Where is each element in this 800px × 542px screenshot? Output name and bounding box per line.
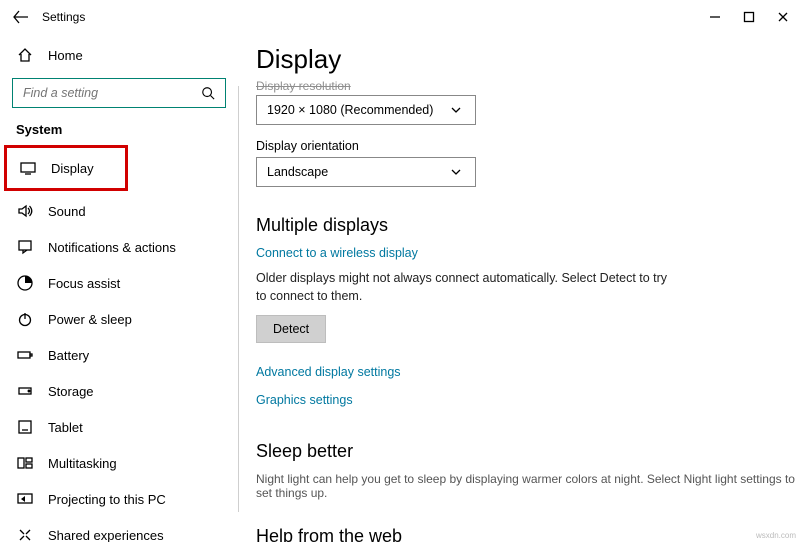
content-pane: Display Display resolution 1920 × 1080 (…: [238, 34, 800, 542]
projecting-icon: [16, 490, 34, 508]
sidebar-home-label: Home: [48, 48, 83, 63]
notifications-icon: [16, 238, 34, 256]
tablet-icon: [16, 418, 34, 436]
shared-experiences-icon: [16, 526, 34, 542]
window-title: Settings: [42, 10, 85, 24]
sidebar-item-label: Tablet: [48, 420, 83, 435]
sidebar-item-label: Focus assist: [48, 276, 120, 291]
home-icon: [16, 46, 34, 64]
sidebar-item-label: Multitasking: [48, 456, 117, 471]
minimize-button[interactable]: [698, 2, 732, 32]
sidebar-item-tablet[interactable]: Tablet: [0, 409, 238, 445]
chevron-down-icon: [447, 101, 465, 119]
sleep-better-heading: Sleep better: [256, 441, 800, 462]
content-divider: [238, 86, 239, 512]
power-icon: [16, 310, 34, 328]
orientation-label: Display orientation: [256, 139, 800, 153]
multitasking-icon: [16, 454, 34, 472]
older-displays-note: Older displays might not always connect …: [256, 270, 676, 305]
storage-icon: [16, 382, 34, 400]
watermark: wsxdn.com: [756, 531, 796, 540]
search-input[interactable]: [12, 78, 226, 108]
multiple-displays-heading: Multiple displays: [256, 215, 800, 236]
sleep-better-note: Night light can help you get to sleep by…: [256, 472, 800, 500]
back-button[interactable]: [10, 6, 32, 28]
sidebar-item-label: Projecting to this PC: [48, 492, 166, 507]
orientation-dropdown[interactable]: Landscape: [256, 157, 476, 187]
sidebar-item-power-sleep[interactable]: Power & sleep: [0, 301, 238, 337]
sidebar-item-label: Battery: [48, 348, 89, 363]
close-button[interactable]: [766, 2, 800, 32]
advanced-display-link[interactable]: Advanced display settings: [256, 365, 800, 379]
sidebar-item-multitasking[interactable]: Multitasking: [0, 445, 238, 481]
display-icon: [19, 159, 37, 177]
orientation-value: Landscape: [267, 165, 328, 179]
battery-icon: [16, 346, 34, 364]
sidebar-item-projecting[interactable]: Projecting to this PC: [0, 481, 238, 517]
chevron-down-icon: [447, 163, 465, 181]
sidebar-item-label: Shared experiences: [48, 528, 164, 542]
sidebar-item-label: Display: [51, 161, 94, 176]
resolution-label: Display resolution: [256, 79, 800, 93]
help-from-web-heading: Help from the web: [256, 526, 800, 542]
sidebar-item-storage[interactable]: Storage: [0, 373, 238, 409]
maximize-button[interactable]: [732, 2, 766, 32]
search-field[interactable]: [21, 85, 199, 101]
sidebar-item-notifications[interactable]: Notifications & actions: [0, 229, 238, 265]
sidebar-item-label: Notifications & actions: [48, 240, 176, 255]
page-title: Display: [256, 44, 800, 75]
focus-assist-icon: [16, 274, 34, 292]
sidebar-item-label: Storage: [48, 384, 94, 399]
sidebar-item-label: Sound: [48, 204, 86, 219]
sidebar-item-battery[interactable]: Battery: [0, 337, 238, 373]
sidebar: Home System Display Sound Notifications …: [0, 34, 238, 542]
sidebar-item-focus-assist[interactable]: Focus assist: [0, 265, 238, 301]
sidebar-section-label: System: [0, 122, 238, 137]
titlebar: Settings: [0, 0, 800, 34]
sidebar-item-shared-experiences[interactable]: Shared experiences: [0, 517, 238, 542]
sidebar-item-display[interactable]: Display: [4, 145, 128, 191]
sidebar-item-sound[interactable]: Sound: [0, 193, 238, 229]
search-icon: [199, 84, 217, 102]
sidebar-home[interactable]: Home: [0, 38, 238, 72]
connect-wireless-link[interactable]: Connect to a wireless display: [256, 246, 800, 260]
graphics-settings-link[interactable]: Graphics settings: [256, 393, 800, 407]
resolution-dropdown[interactable]: 1920 × 1080 (Recommended): [256, 95, 476, 125]
resolution-value: 1920 × 1080 (Recommended): [267, 103, 433, 117]
sound-icon: [16, 202, 34, 220]
sidebar-item-label: Power & sleep: [48, 312, 132, 327]
detect-button[interactable]: Detect: [256, 315, 326, 343]
